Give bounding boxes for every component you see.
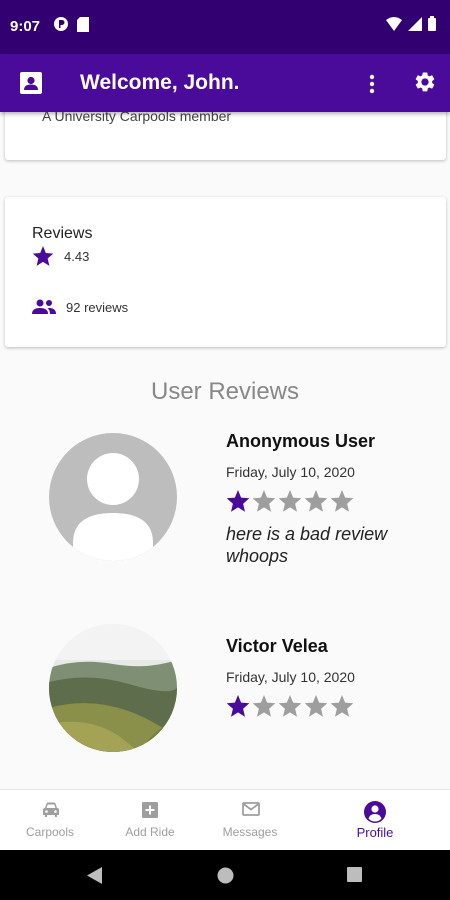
avatar xyxy=(49,624,177,752)
contact-card-icon[interactable] xyxy=(20,72,42,94)
reviews-summary-card: Reviews 4.43 92 reviews xyxy=(5,197,446,347)
star-rating xyxy=(226,695,355,718)
review-item: Victor Velea Friday, July 10, 2020 xyxy=(226,636,355,718)
review-count: 92 reviews xyxy=(66,299,129,315)
people-icon xyxy=(32,299,56,314)
sd-card-icon xyxy=(77,16,89,32)
person-placeholder-icon xyxy=(73,453,153,561)
nav-add-ride[interactable]: Add Ride xyxy=(100,790,200,851)
page-title: Welcome, John. xyxy=(80,71,240,94)
system-navigation-bar xyxy=(0,850,450,900)
home-icon[interactable] xyxy=(217,867,234,884)
star-filled-icon xyxy=(226,490,250,512)
avatar xyxy=(49,433,177,561)
nav-label: Carpools xyxy=(25,825,75,839)
review-count-row: 92 reviews xyxy=(32,299,128,315)
settings-icon[interactable] xyxy=(413,70,437,94)
star-rating xyxy=(226,490,426,513)
rating-value: 4.43 xyxy=(64,249,90,264)
reviews-label: Reviews xyxy=(32,225,93,242)
reviewer-name: Anonymous User xyxy=(226,431,376,451)
profile-card: A University Carpools member xyxy=(5,112,446,160)
star-empty-icon xyxy=(252,490,276,512)
profile-subtitle: A University Carpools member xyxy=(42,112,232,124)
star-empty-icon xyxy=(278,695,302,717)
star-empty-icon xyxy=(278,490,302,512)
star-empty-icon xyxy=(330,695,354,717)
recents-icon[interactable] xyxy=(347,867,362,882)
account-circle-icon xyxy=(364,801,386,823)
star-empty-icon xyxy=(304,490,328,512)
mail-icon xyxy=(242,802,260,816)
app-notification-icon xyxy=(54,17,68,31)
more-vert-icon[interactable] xyxy=(369,74,375,94)
star-filled-icon xyxy=(226,695,250,717)
wifi-icon xyxy=(386,16,402,31)
profile-content[interactable]: A University Carpools member Reviews 4.4… xyxy=(0,112,450,789)
section-title: User Reviews xyxy=(150,378,300,405)
star-empty-icon xyxy=(252,695,276,717)
signal-icon xyxy=(408,16,422,31)
nav-carpools[interactable]: Carpools xyxy=(0,790,100,851)
reviewer-name: Victor Velea xyxy=(226,636,328,656)
nav-messages[interactable]: Messages xyxy=(200,790,300,851)
battery-icon xyxy=(428,16,436,31)
nav-profile[interactable]: Profile xyxy=(325,790,425,851)
rating-row: 4.43 xyxy=(32,246,89,267)
back-icon[interactable] xyxy=(87,867,102,884)
nav-label: Profile xyxy=(356,825,394,840)
status-time: 9:07 xyxy=(10,18,41,35)
landscape-photo xyxy=(49,624,177,752)
app-bar: Welcome, John. xyxy=(0,54,450,112)
bottom-navigation: Carpools Add Ride Messages Profile xyxy=(0,789,450,851)
add-box-icon xyxy=(142,802,158,818)
review-item: Anonymous User Friday, July 10, 2020 her… xyxy=(226,431,426,567)
car-icon xyxy=(43,802,59,817)
star-empty-icon xyxy=(304,695,328,717)
review-text: here is a bad review whoops xyxy=(226,524,388,566)
nav-label: Messages xyxy=(222,825,278,839)
review-date: Friday, July 10, 2020 xyxy=(226,669,355,685)
nav-label: Add Ride xyxy=(125,825,175,839)
review-date: Friday, July 10, 2020 xyxy=(226,464,355,480)
star-icon xyxy=(32,246,54,266)
status-bar: 9:07 xyxy=(0,0,450,54)
star-empty-icon xyxy=(330,490,354,512)
